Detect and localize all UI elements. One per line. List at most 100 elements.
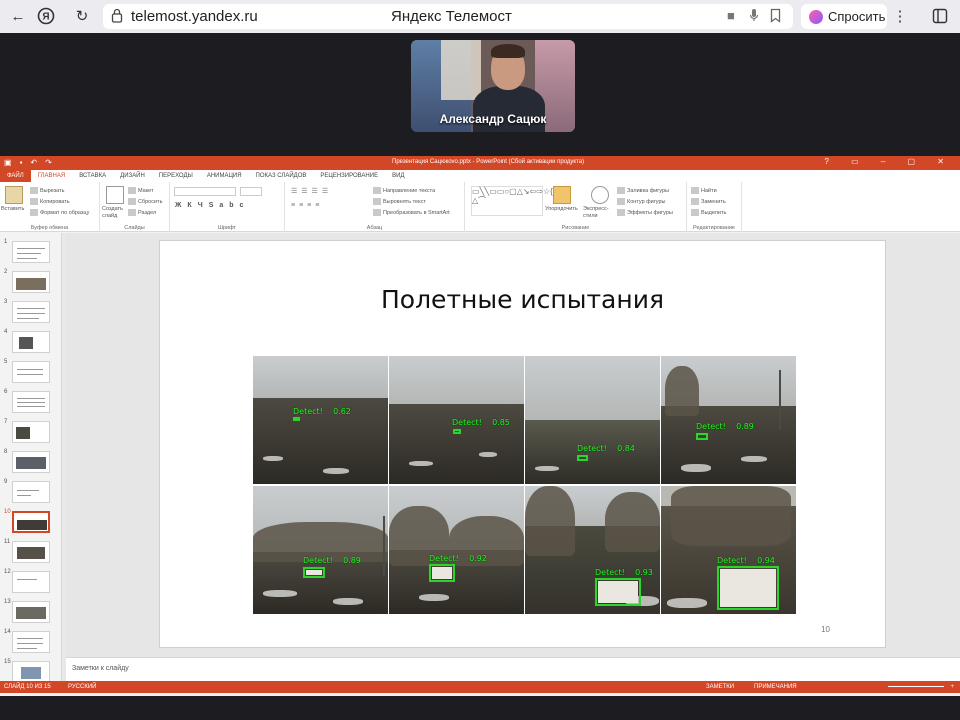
tab-view[interactable]: ВИД bbox=[385, 170, 411, 182]
font-name-field[interactable] bbox=[174, 187, 236, 196]
current-slide[interactable]: Полетные испытания Detect! 0.62 Detect! … bbox=[159, 240, 886, 648]
thumb-preview bbox=[12, 421, 50, 443]
layout-button[interactable]: Макет bbox=[128, 187, 154, 194]
shapes-gallery[interactable]: ▭╲╲▭▭○▢△↘⇦⇨☆{}△⌒ bbox=[471, 186, 555, 216]
save-icon[interactable]: ▪ bbox=[20, 158, 23, 167]
find-label: Найти bbox=[701, 187, 717, 194]
notes-toggle[interactable]: ЗАМЕТКИ bbox=[706, 684, 734, 690]
notes-placeholder[interactable]: Заметки к слайду bbox=[72, 665, 129, 672]
tab-slideshow[interactable]: ПОКАЗ СЛАЙДОВ bbox=[249, 170, 314, 182]
tab-review[interactable]: РЕЦЕНЗИРОВАНИЕ bbox=[313, 170, 385, 182]
thumb-number: 1 bbox=[4, 239, 8, 245]
list-buttons[interactable]: ☰☰☰☰ bbox=[291, 187, 332, 195]
format-painter-button[interactable]: Формат по образцу bbox=[30, 209, 89, 216]
paste-icon[interactable] bbox=[5, 186, 23, 204]
slide-thumb-11[interactable]: 11 bbox=[4, 539, 60, 565]
slide-thumb-5[interactable]: 5 bbox=[4, 359, 60, 385]
find-button[interactable]: Найти bbox=[691, 187, 717, 194]
thumb-line bbox=[17, 248, 45, 249]
yandex-icon[interactable]: Я bbox=[36, 6, 56, 26]
tab-design[interactable]: ДИЗАЙН bbox=[113, 170, 152, 182]
new-slide-icon[interactable] bbox=[106, 186, 124, 204]
quick-styles-icon[interactable] bbox=[591, 186, 609, 204]
slide-thumb-6[interactable]: 6 bbox=[4, 389, 60, 415]
tab-transitions[interactable]: ПЕРЕХОДЫ bbox=[152, 170, 200, 182]
photo-tree bbox=[665, 366, 699, 416]
bookmark-icon[interactable] bbox=[770, 8, 781, 26]
slide-thumb-12[interactable]: 12 bbox=[4, 569, 60, 595]
notes-pane[interactable]: Заметки к слайду bbox=[66, 657, 960, 681]
section-button[interactable]: Раздел bbox=[128, 209, 156, 216]
slide-thumb-8[interactable]: 8 bbox=[4, 449, 60, 475]
smartart-icon bbox=[373, 209, 381, 216]
font-group-label: Шрифт bbox=[217, 225, 237, 231]
select-button[interactable]: Выделить bbox=[691, 209, 726, 216]
arrange-icon[interactable] bbox=[553, 186, 571, 204]
thumb-line bbox=[17, 402, 45, 403]
slide-thumb-13[interactable]: 13 bbox=[4, 599, 60, 625]
slide-thumb-4[interactable]: 4 bbox=[4, 329, 60, 355]
thumb-preview bbox=[12, 631, 50, 653]
shape-outline-button[interactable]: Контур фигуры bbox=[617, 198, 665, 205]
thumb-line bbox=[17, 643, 43, 644]
align-text-button[interactable]: Выровнять текст bbox=[373, 198, 426, 205]
screen: ← Я ↻ telemost.yandex.ru Яндекс Телемост… bbox=[0, 0, 960, 720]
tab-home[interactable]: ГЛАВНАЯ bbox=[31, 170, 73, 182]
shape-effects-button[interactable]: Эффекты фигуры bbox=[617, 209, 673, 216]
reset-button[interactable]: Сбросить bbox=[128, 198, 162, 205]
thumb-line bbox=[17, 579, 37, 580]
detection-photo-grid[interactable]: Detect! 0.62 Detect! 0.85 Detect! 0.84 D… bbox=[253, 356, 796, 614]
align-buttons[interactable]: ≡≡≡≡ bbox=[291, 202, 323, 209]
slide-title[interactable]: Полетные испытания bbox=[160, 285, 885, 314]
ask-button[interactable]: Спросить bbox=[801, 4, 887, 29]
camera-icon[interactable]: ■ bbox=[727, 8, 735, 23]
shape-fill-button[interactable]: Заливка фигуры bbox=[617, 187, 669, 194]
address-bar[interactable]: telemost.yandex.ru Яндекс Телемост ■ bbox=[103, 4, 793, 29]
url-text[interactable]: telemost.yandex.ru bbox=[131, 8, 258, 25]
slide-thumb-14[interactable]: 14 bbox=[4, 629, 60, 655]
tab-insert[interactable]: ВСТАВКА bbox=[72, 170, 113, 182]
reload-icon[interactable]: ↻ bbox=[72, 6, 92, 26]
drawing-group-label: Рисование bbox=[561, 225, 590, 231]
comments-toggle[interactable]: ПРИМЕЧАНИЯ bbox=[754, 684, 797, 690]
microphone-icon[interactable] bbox=[749, 8, 759, 26]
zoom-slider[interactable] bbox=[888, 686, 944, 687]
scissors-icon bbox=[30, 187, 38, 194]
copy-button[interactable]: Копировать bbox=[30, 198, 70, 205]
more-menu-icon[interactable]: ⋮ bbox=[890, 6, 910, 26]
window-controls[interactable]: ? ▭ – ▢ ✕ bbox=[824, 157, 954, 166]
thumb-preview bbox=[12, 571, 50, 593]
slide-thumb-2[interactable]: 2 bbox=[4, 269, 60, 295]
quick-styles-button[interactable]: Экспресс-стили bbox=[583, 206, 613, 220]
back-arrow-icon[interactable]: ← bbox=[8, 6, 28, 26]
smartart-button[interactable]: Преобразовать в SmartArt bbox=[373, 209, 450, 216]
zoom-in-button[interactable]: + bbox=[950, 684, 954, 690]
new-slide-button[interactable]: Создать слайд bbox=[102, 206, 128, 220]
photo-tree bbox=[605, 492, 660, 552]
replace-button[interactable]: Заменить bbox=[691, 198, 726, 205]
detection-photo-8: Detect! 0.94 bbox=[661, 486, 796, 614]
select-icon bbox=[691, 209, 699, 216]
slide-thumb-1[interactable]: 1 bbox=[4, 239, 60, 265]
paste-button[interactable]: Вставить bbox=[1, 206, 24, 212]
slide-thumb-3[interactable]: 3 bbox=[4, 299, 60, 325]
font-size-field[interactable] bbox=[240, 187, 262, 196]
redo-icon[interactable]: ↷ bbox=[45, 158, 52, 167]
text-direction-button[interactable]: Направление текста bbox=[373, 187, 435, 194]
participant-video[interactable]: Александр Сацюк bbox=[411, 40, 575, 132]
slide-thumb-10[interactable]: 10 bbox=[4, 509, 60, 535]
arrange-button[interactable]: Упорядочить bbox=[545, 206, 578, 212]
slide-thumb-7[interactable]: 7 bbox=[4, 419, 60, 445]
participant-name: Александр Сацюк bbox=[439, 112, 547, 126]
tab-animations[interactable]: АНИМАЦИЯ bbox=[200, 170, 249, 182]
photo-tree bbox=[525, 486, 575, 556]
undo-icon[interactable]: ↶ bbox=[30, 158, 37, 167]
slide-thumb-9[interactable]: 9 bbox=[4, 479, 60, 505]
language-indicator[interactable]: РУССКИЙ bbox=[68, 684, 96, 690]
thumb-number: 6 bbox=[4, 389, 8, 395]
tab-file[interactable]: ФАЙЛ bbox=[0, 170, 31, 182]
sidebar-panel-icon[interactable] bbox=[930, 6, 950, 26]
cut-button[interactable]: Вырезать bbox=[30, 187, 64, 194]
layout-icon bbox=[128, 187, 136, 194]
font-format-buttons[interactable]: ЖКЧSabc bbox=[175, 202, 249, 209]
